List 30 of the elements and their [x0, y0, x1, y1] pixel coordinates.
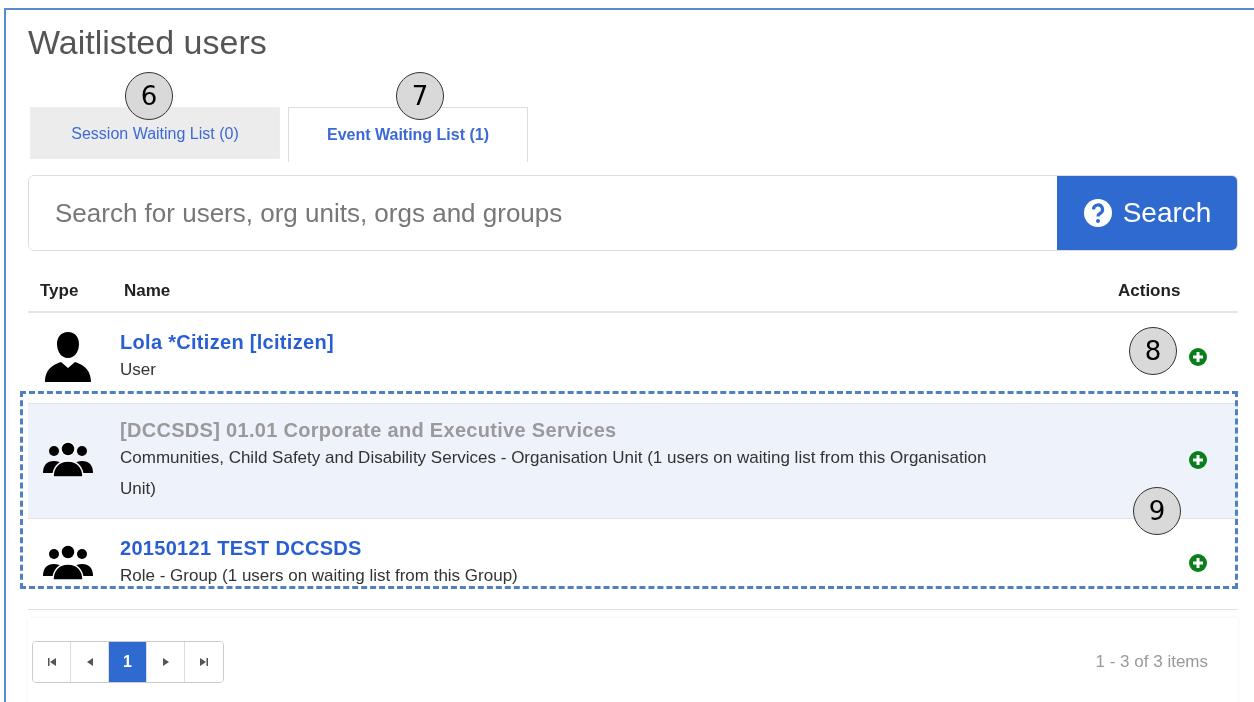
column-header: Name: [124, 281, 171, 301]
last-page-icon: [198, 656, 210, 668]
plus-icon: [1188, 553, 1208, 573]
entry-name-link[interactable]: Lola *Citizen [lcitizen]: [120, 331, 334, 353]
page-button[interactable]: 1: [109, 642, 147, 682]
group-icon: [42, 544, 94, 580]
group-icon: [42, 441, 94, 477]
search-button[interactable]: Search: [1057, 176, 1237, 250]
entry-detail: Communities, Child Safety and Disability Services - Organisation Unit (1 users on waiting list from this Organisation Unit): [120, 446, 988, 500]
entry-name-link[interactable]: 20150121 TEST DCCSDS: [120, 537, 362, 559]
column-header: Actions: [1118, 281, 1181, 301]
user-icon: [42, 330, 94, 382]
add-button[interactable]: [1188, 450, 1210, 472]
callout-number: 6: [125, 72, 173, 120]
plus-icon: [1188, 347, 1208, 367]
search-field[interactable]: Search for users, org units, orgs and groups Search: [28, 175, 1238, 251]
first-page-button[interactable]: [33, 642, 71, 682]
add-button[interactable]: [1188, 553, 1210, 575]
help-icon: [1082, 198, 1113, 228]
first-page-icon: [45, 656, 58, 668]
item-count: 1 - 3 of 3 items: [1095, 652, 1208, 672]
entry-detail: User: [120, 359, 157, 381]
callout-number: 7: [396, 72, 444, 120]
add-button[interactable]: [1188, 347, 1210, 369]
tab[interactable]: Event Waiting List (1): [288, 107, 528, 162]
entry-detail: Role - Group (1 users on waiting list from this Group): [120, 565, 519, 587]
page-title: Waitlisted users: [28, 22, 268, 63]
tab[interactable]: Session Waiting List (0): [30, 107, 280, 159]
plus-icon: [1188, 450, 1208, 470]
column-header: Type: [40, 281, 79, 301]
